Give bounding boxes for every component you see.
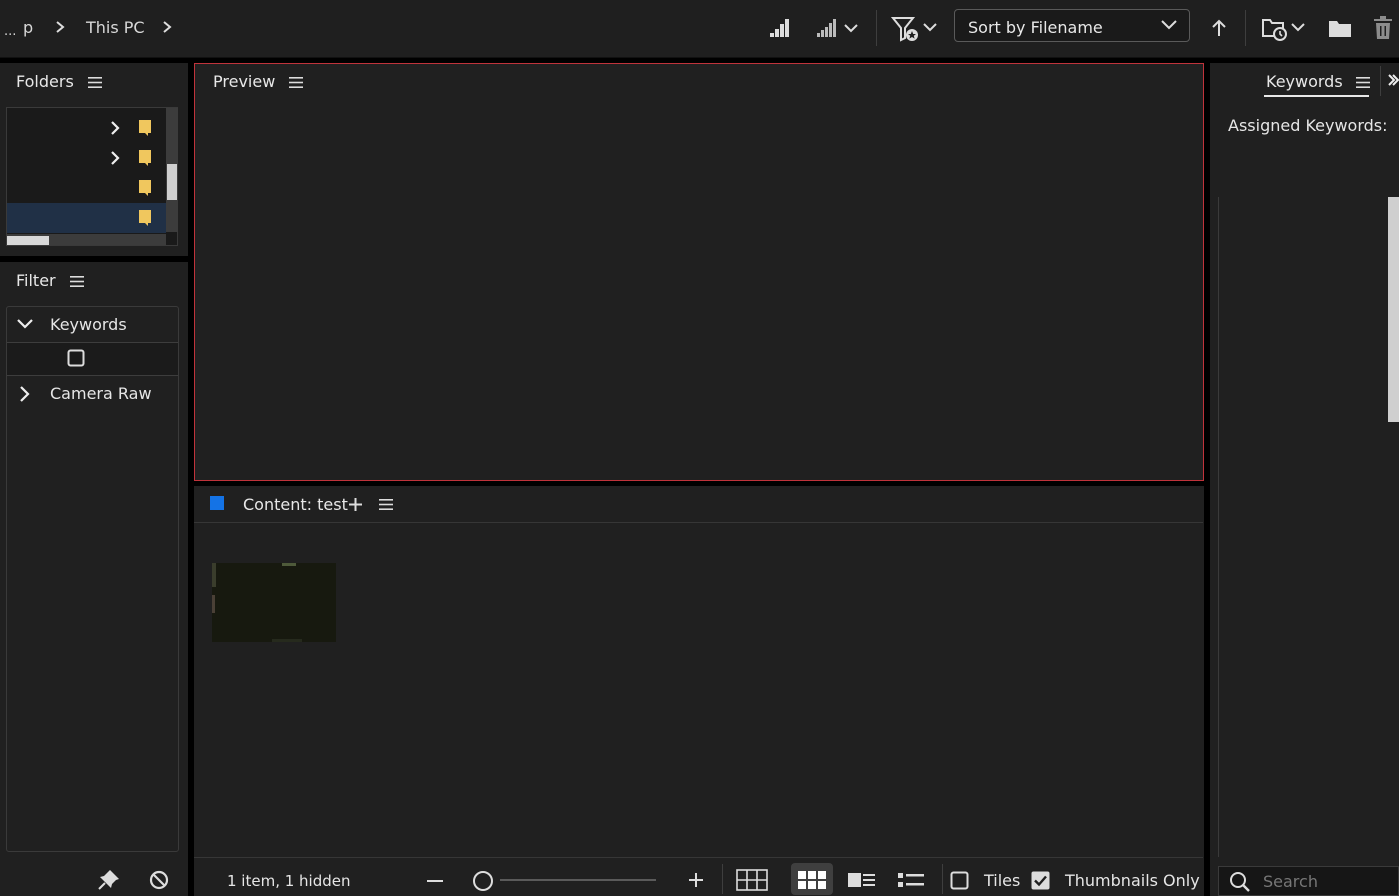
add-tab-icon[interactable] (348, 497, 363, 512)
breadcrumb-overflow[interactable]: ... (4, 24, 16, 39)
folder-icon (137, 119, 153, 137)
preview-panel-title: Preview (213, 72, 276, 91)
thumbnails-only-checkbox[interactable] (1031, 871, 1050, 890)
filter-menu-icon[interactable] (70, 276, 84, 287)
breadcrumb-item-this-pc[interactable]: This PC (86, 18, 145, 37)
zoom-out-icon[interactable] (427, 879, 443, 883)
search-icon (1229, 871, 1251, 893)
chevron-down-icon[interactable] (17, 318, 33, 330)
sort-ascending-icon[interactable] (1208, 14, 1230, 42)
chevron-right-icon[interactable] (19, 386, 31, 402)
breadcrumb-chevron-icon[interactable] (162, 20, 172, 34)
chevron-down-icon (1161, 20, 1177, 30)
filter-panel-title: Filter (16, 271, 56, 290)
thumbnail-size-slider-handle[interactable] (472, 870, 494, 892)
preview-panel[interactable] (194, 63, 1204, 481)
folder-tree-row-selected[interactable] (7, 203, 166, 233)
thumbnail-size-slider[interactable] (500, 879, 656, 881)
folder-tree-row[interactable] (7, 113, 166, 143)
folder-tree[interactable] (6, 107, 178, 246)
folder-icon (137, 209, 153, 227)
thumbnails-only-label[interactable]: Thumbnails Only (1065, 871, 1200, 890)
expand-panel-icon[interactable] (1388, 73, 1399, 87)
toolbar-divider (876, 10, 877, 46)
assigned-keywords-label: Assigned Keywords: (1228, 116, 1388, 135)
toolbar-divider (942, 864, 943, 894)
folder-tree-row[interactable] (7, 173, 166, 203)
quality-high-dropdown-icon[interactable] (814, 14, 860, 42)
folders-vertical-scroll-thumb[interactable] (167, 164, 177, 200)
breadcrumb-item-p[interactable]: p (23, 18, 33, 37)
filter-section-camera-raw[interactable]: Camera Raw (50, 384, 152, 403)
content-menu-icon[interactable] (379, 499, 393, 510)
content-color-label-icon (210, 496, 224, 510)
sort-dropdown-label: Sort by Filename (968, 18, 1103, 37)
status-text: 1 item, 1 hidden (227, 872, 351, 890)
tab-divider (1380, 66, 1381, 96)
folders-menu-icon[interactable] (88, 77, 102, 88)
recent-folders-dropdown-icon[interactable] (1261, 14, 1307, 42)
toolbar-divider (1245, 10, 1246, 46)
zoom-in-icon[interactable] (688, 872, 704, 888)
search-placeholder: Search (1263, 872, 1318, 891)
folder-icon (137, 179, 153, 197)
clear-filter-icon[interactable] (148, 869, 170, 891)
keyword-checkbox[interactable] (67, 349, 85, 367)
keyword-filter-row (7, 343, 178, 375)
divider (194, 857, 1203, 858)
chevron-right-icon[interactable] (109, 121, 121, 135)
grid-view-icon[interactable] (736, 869, 768, 891)
chevron-right-icon[interactable] (109, 151, 121, 165)
preview-menu-icon[interactable] (289, 77, 303, 88)
active-tab-indicator (1264, 95, 1369, 97)
file-thumbnail[interactable] (212, 563, 336, 642)
new-folder-icon[interactable] (1327, 14, 1353, 42)
list-view-icon[interactable] (898, 871, 926, 889)
keyword-list[interactable] (1218, 197, 1399, 857)
details-view-icon[interactable] (848, 871, 876, 889)
filter-section-keywords[interactable]: Keywords (50, 315, 127, 334)
keywords-menu-icon[interactable] (1356, 77, 1370, 88)
trash-icon[interactable] (1372, 14, 1394, 42)
thumbnail-view-icon[interactable] (798, 871, 826, 889)
content-panel-title: Content: test (243, 495, 348, 514)
folders-horizontal-scroll-thumb[interactable] (7, 236, 49, 245)
filter-rating-dropdown-icon[interactable] (891, 14, 939, 42)
divider (194, 522, 1203, 523)
folder-tree-row[interactable] (7, 143, 166, 173)
tiles-label[interactable]: Tiles (984, 871, 1020, 890)
divider (7, 375, 178, 376)
folder-icon (137, 149, 153, 167)
keyword-search-field[interactable]: Search (1218, 866, 1399, 896)
tab-keywords[interactable]: Keywords (1266, 72, 1343, 91)
toolbar-divider (722, 864, 723, 894)
keyword-list-scroll-thumb[interactable] (1388, 197, 1399, 422)
tiles-checkbox[interactable] (950, 871, 969, 890)
folders-panel-title: Folders (16, 72, 74, 91)
sort-dropdown[interactable]: Sort by Filename (954, 9, 1190, 42)
pin-icon[interactable] (97, 868, 121, 890)
breadcrumb-chevron-icon[interactable] (55, 20, 65, 34)
quality-low-icon[interactable] (768, 14, 794, 42)
content-panel (194, 486, 1204, 896)
